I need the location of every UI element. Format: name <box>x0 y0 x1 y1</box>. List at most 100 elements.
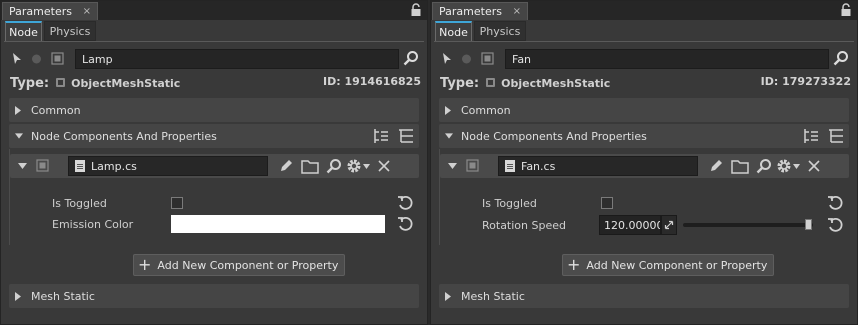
node-name-input[interactable]: Fan <box>505 49 829 69</box>
reset-icon[interactable] <box>397 216 413 232</box>
component-file-name: Lamp.cs <box>91 159 137 173</box>
section-label: Node Components And Properties <box>461 129 647 143</box>
node-toolbar: Fan <box>439 48 849 70</box>
tab-physics[interactable]: Physics <box>474 21 526 41</box>
section-node-components[interactable]: Node Components And Properties <box>439 124 849 148</box>
gear-icon[interactable] <box>346 158 362 174</box>
tab-node[interactable]: Node <box>435 21 472 41</box>
collapse-triangle-icon <box>445 133 453 139</box>
expand-triangle-icon <box>15 105 21 115</box>
expand-triangle-icon <box>445 291 451 301</box>
list-expand-icon[interactable] <box>373 128 389 144</box>
chevron-down-icon[interactable] <box>793 164 800 169</box>
cursor-icon[interactable] <box>12 53 22 65</box>
close-icon[interactable]: × <box>83 6 91 17</box>
is-toggled-checkbox[interactable] <box>171 197 183 209</box>
dock-tab-parameters[interactable]: Parameters × <box>432 2 528 20</box>
add-component-label: Add New Component or Property <box>586 258 768 272</box>
section-label: Mesh Static <box>461 289 525 303</box>
node-id: ID: 1914616825 <box>323 75 421 88</box>
node-name-input[interactable]: Lamp <box>75 49 399 69</box>
section-label: Node Components And Properties <box>31 129 217 143</box>
is-toggled-checkbox[interactable] <box>601 197 613 209</box>
rotation-speed-input[interactable]: 120.00000 <box>599 215 661 235</box>
tab-physics[interactable]: Physics <box>44 21 96 41</box>
type-row: Type: ObjectMeshStatic ID: 179273322 <box>440 75 851 91</box>
reset-icon[interactable] <box>827 217 843 233</box>
folder-icon[interactable] <box>301 158 319 174</box>
section-common[interactable]: Common <box>9 98 419 122</box>
list-expand-icon[interactable] <box>803 128 819 144</box>
chevron-down-icon[interactable] <box>363 164 370 169</box>
folder-icon[interactable] <box>731 158 749 174</box>
close-icon[interactable] <box>808 160 820 172</box>
plus-icon: + <box>567 255 581 274</box>
property-label: Is Toggled <box>482 196 537 210</box>
section-common[interactable]: Common <box>439 98 849 122</box>
enabled-checkbox-icon[interactable] <box>36 159 49 172</box>
dock-title-bar: Parameters × <box>1 1 427 20</box>
dock-tab-title: Parameters <box>9 5 72 18</box>
section-mesh-static[interactable]: Mesh Static <box>439 284 849 308</box>
dock-title-bar: Parameters × <box>431 1 857 20</box>
expand-triangle-icon <box>15 291 21 301</box>
drag-number-icon[interactable] <box>661 215 677 235</box>
property-row: Is Toggled <box>440 193 849 213</box>
component-header: Fan.cs <box>440 154 849 178</box>
type-label: Type: <box>440 75 480 91</box>
property-label: Rotation Speed <box>482 218 566 232</box>
rotation-speed-slider-handle[interactable] <box>805 219 812 230</box>
rotation-speed-slider-track[interactable] <box>683 223 813 227</box>
search-icon[interactable] <box>326 158 342 174</box>
section-label: Mesh Static <box>31 289 95 303</box>
tree-expand-icon[interactable] <box>828 128 844 144</box>
add-component-label: Add New Component or Property <box>157 258 339 272</box>
disabled-icon[interactable] <box>31 53 42 65</box>
section-node-components[interactable]: Node Components And Properties <box>9 124 419 148</box>
component-file-field[interactable]: Fan.cs <box>498 156 698 176</box>
reset-icon[interactable] <box>827 195 843 211</box>
tree-expand-icon[interactable] <box>398 128 414 144</box>
parameters-panel-left: Parameters × Node Physics Lamp Type: Obj… <box>0 0 428 325</box>
enabled-checkbox-icon[interactable] <box>466 159 479 172</box>
enabled-checkbox-icon[interactable] <box>481 52 494 65</box>
type-value: ObjectMeshStatic <box>501 76 611 90</box>
disabled-icon[interactable] <box>461 53 472 65</box>
cursor-icon[interactable] <box>442 53 452 65</box>
lock-icon[interactable] <box>410 3 422 17</box>
property-row: Rotation Speed 120.00000 <box>440 215 849 235</box>
section-mesh-static[interactable]: Mesh Static <box>9 284 419 308</box>
component-block: Fan.cs Is Toggled Rotation Speed 120.000… <box>439 149 849 245</box>
expand-triangle-icon <box>445 105 451 115</box>
dock-tab-parameters[interactable]: Parameters × <box>2 2 98 20</box>
collapse-triangle-icon[interactable] <box>18 163 27 169</box>
lock-icon[interactable] <box>840 3 852 17</box>
component-file-field[interactable]: Lamp.cs <box>68 156 268 176</box>
file-icon <box>505 160 515 172</box>
search-icon[interactable] <box>756 158 772 174</box>
search-icon[interactable] <box>833 50 849 66</box>
pencil-icon[interactable] <box>278 158 294 174</box>
close-icon[interactable] <box>378 160 390 172</box>
pencil-icon[interactable] <box>708 158 724 174</box>
reset-icon[interactable] <box>397 195 413 211</box>
tab-divider <box>4 41 424 42</box>
property-row: Is Toggled <box>10 193 419 213</box>
collapse-triangle-icon[interactable] <box>448 163 457 169</box>
add-component-button[interactable]: + Add New Component or Property <box>133 254 346 276</box>
gear-icon[interactable] <box>776 158 792 174</box>
plus-icon: + <box>138 255 152 274</box>
tab-node[interactable]: Node <box>5 21 42 41</box>
component-file-name: Fan.cs <box>521 159 556 173</box>
node-chip-icon <box>486 78 495 87</box>
type-label: Type: <box>10 75 50 91</box>
close-icon[interactable]: × <box>513 6 521 17</box>
search-icon[interactable] <box>403 50 419 66</box>
add-component-button[interactable]: + Add New Component or Property <box>562 254 775 276</box>
parameters-panel-right: Parameters × Node Physics Fan Type: Obje… <box>430 0 858 325</box>
enabled-checkbox-icon[interactable] <box>51 52 64 65</box>
property-row: Emission Color <box>10 214 419 234</box>
emission-color-swatch[interactable] <box>171 215 385 233</box>
node-id: ID: 179273322 <box>760 75 851 88</box>
section-label: Common <box>461 103 511 117</box>
